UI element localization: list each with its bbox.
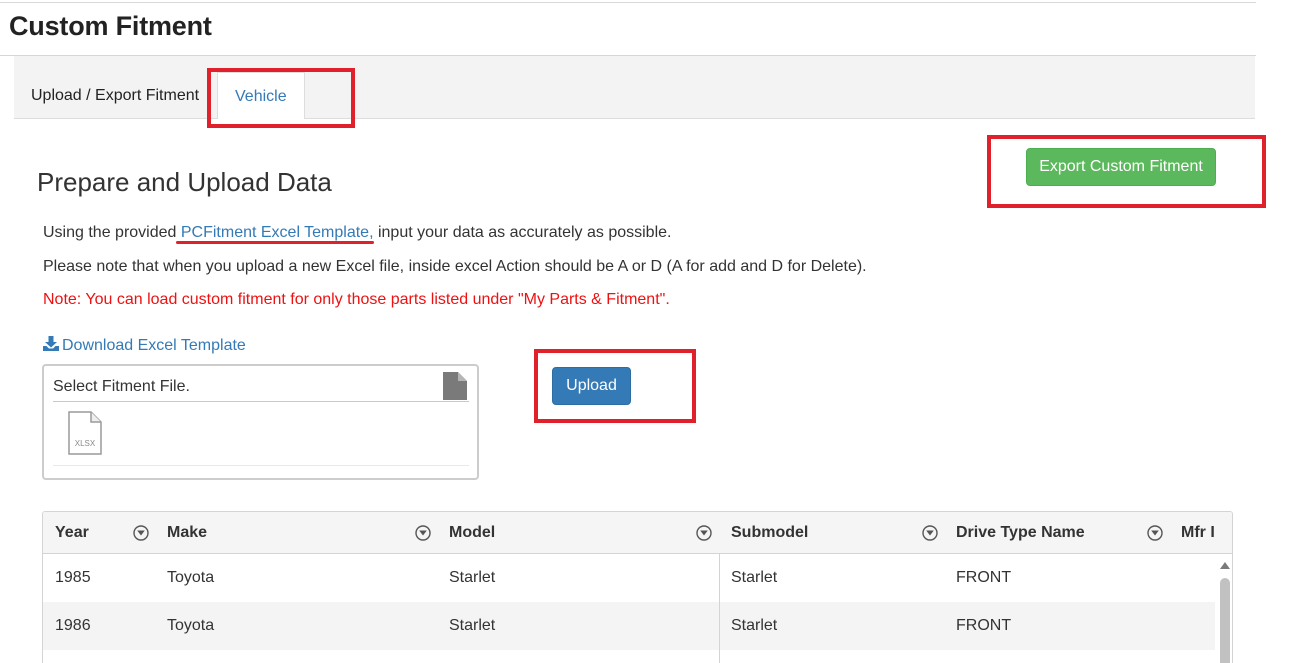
filter-icon[interactable] xyxy=(696,525,712,541)
column-header-model[interactable]: Model xyxy=(449,512,495,554)
export-custom-fitment-button[interactable]: Export Custom Fitment xyxy=(1026,148,1216,186)
scrollbar-thumb[interactable] xyxy=(1220,578,1230,663)
xlsx-label: XLSX xyxy=(75,439,96,448)
file-browse-icon[interactable] xyxy=(443,372,467,400)
column-divider xyxy=(719,554,720,663)
vehicle-fitment-grid: Year Make Model Submodel Drive Type Name… xyxy=(42,511,1233,663)
grid-header: Year Make Model Submodel Drive Type Name… xyxy=(43,512,1232,554)
filter-icon[interactable] xyxy=(922,525,938,541)
file-input-label: Select Fitment File. xyxy=(53,378,190,395)
fitment-file-dropzone[interactable]: Select Fitment File. XLSX xyxy=(42,364,479,480)
download-template-link[interactable]: Download Excel Template xyxy=(43,336,246,355)
file-input-divider xyxy=(53,401,469,402)
column-header-submodel[interactable]: Submodel xyxy=(731,512,808,554)
file-list-divider xyxy=(53,465,469,466)
parts-note: Note: You can load custom fitment for on… xyxy=(43,291,670,308)
instruction-prefix: Using the provided xyxy=(43,224,181,241)
cell-model: Starlet xyxy=(449,617,496,634)
cell-drive-type: FRONT xyxy=(956,617,1012,634)
cell-drive-type: FRONT xyxy=(956,569,1012,586)
pcfitment-template-link[interactable]: PCFitment Excel Template, xyxy=(181,224,374,241)
filter-icon[interactable] xyxy=(133,525,149,541)
download-template-label: Download Excel Template xyxy=(62,337,246,354)
instruction-line-1: Using the provided PCFitment Excel Templ… xyxy=(43,224,671,242)
instruction-line-2: Please note that when you upload a new E… xyxy=(43,258,867,275)
tab-strip: Upload / Export Fitment Vehicle xyxy=(14,56,1255,120)
column-header-make[interactable]: Make xyxy=(167,512,207,554)
table-row[interactable]: 1985 Toyota Starlet Starlet FRONT xyxy=(43,554,1215,602)
table-row[interactable]: 1986 Toyota Starlet Starlet FRONT xyxy=(43,602,1215,650)
download-icon xyxy=(43,336,59,351)
cell-year: 1985 xyxy=(55,569,91,586)
cell-make: Toyota xyxy=(167,617,215,634)
top-border xyxy=(0,2,1256,3)
column-header-drive-type-name[interactable]: Drive Type Name xyxy=(956,512,1085,554)
filter-icon[interactable] xyxy=(1147,525,1163,541)
scroll-up-icon[interactable] xyxy=(1220,562,1230,569)
section-title: Prepare and Upload Data xyxy=(37,167,332,197)
cell-year: 1986 xyxy=(55,617,91,634)
grid-vertical-scrollbar[interactable] xyxy=(1215,554,1232,663)
tab-vehicle[interactable]: Vehicle xyxy=(217,72,305,120)
upload-button[interactable]: Upload xyxy=(552,367,631,405)
cell-submodel: Starlet xyxy=(731,617,778,634)
cell-make: Toyota xyxy=(167,569,215,586)
column-header-mfr[interactable]: Mfr I xyxy=(1181,512,1215,554)
xlsx-file-icon: XLSX xyxy=(68,411,102,455)
cell-submodel: Starlet xyxy=(731,569,778,586)
column-header-year[interactable]: Year xyxy=(55,512,89,554)
tab-upload-export-fitment[interactable]: Upload / Export Fitment xyxy=(14,72,216,120)
instruction-suffix: input your data as accurately as possibl… xyxy=(373,224,672,241)
filter-icon[interactable] xyxy=(415,525,431,541)
cell-model: Starlet xyxy=(449,569,496,586)
page-title: Custom Fitment xyxy=(9,11,212,41)
